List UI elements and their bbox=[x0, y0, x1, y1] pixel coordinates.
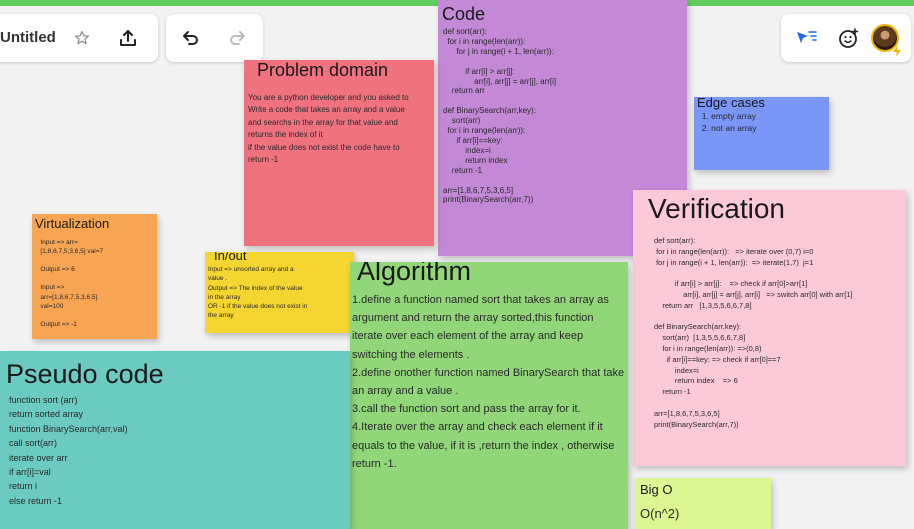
sticky-note-verification[interactable]: Verification def sort(arr): for i in ran… bbox=[633, 190, 906, 466]
note-body: O(n^2) bbox=[640, 506, 680, 521]
redo-icon[interactable] bbox=[226, 26, 250, 50]
note-title: Code bbox=[442, 4, 486, 24]
note-body: You are a python developer and you asked… bbox=[248, 93, 409, 165]
note-title: Algorithm bbox=[357, 262, 472, 286]
history-panel bbox=[166, 14, 263, 62]
note-body: def sort(arr): for i in range(len(arr)):… bbox=[443, 27, 557, 205]
sticky-note-edge-cases[interactable]: Edge cases 1. empty array 2. not an arra… bbox=[694, 97, 829, 170]
note-body: def sort(arr): for i in range(len(arr)):… bbox=[654, 236, 853, 429]
note-title: Pseudo code bbox=[6, 359, 164, 389]
board-title[interactable]: Untitled bbox=[0, 29, 56, 46]
sticky-note-pseudo-code[interactable]: Pseudo code function sort (arr) return s… bbox=[0, 351, 350, 529]
sticky-note-virtualization[interactable]: Virtualization Input => arr= [1,8,6,7,5,… bbox=[32, 214, 157, 339]
note-title: Problem domain bbox=[257, 60, 389, 80]
note-body: Input => arr= [1,8,6,7,5,3,6,5] val=7 Ou… bbox=[40, 239, 104, 328]
note-body: Input => unsorted array and a value . Ou… bbox=[208, 266, 308, 320]
note-title: In/out bbox=[214, 252, 247, 263]
sticky-note-in-out[interactable]: In/out Input => unsorted array and a val… bbox=[205, 252, 354, 333]
star-icon[interactable] bbox=[72, 28, 92, 48]
share-upload-icon[interactable] bbox=[116, 26, 140, 50]
note-body: 1. empty array 2. not an array bbox=[701, 111, 757, 133]
cursor-pointer-icon[interactable] bbox=[793, 26, 819, 50]
note-title: Virtualization bbox=[35, 216, 110, 231]
lightning-badge-icon bbox=[892, 44, 902, 57]
reaction-emoji-icon[interactable] bbox=[837, 26, 861, 50]
undo-icon[interactable] bbox=[178, 26, 202, 50]
note-title: Big O bbox=[640, 482, 673, 497]
sticky-note-problem-domain[interactable]: Problem domain You are a python develope… bbox=[244, 60, 434, 246]
sticky-note-algorithm[interactable]: Algorithm 1.define a function named sort… bbox=[350, 262, 628, 529]
note-title: Verification bbox=[648, 193, 785, 224]
note-body: 1.define a function named sort that take… bbox=[352, 294, 625, 470]
board-title-panel: Untitled bbox=[0, 14, 158, 62]
note-title: Edge cases bbox=[697, 97, 765, 110]
sticky-note-big-o[interactable]: Big O O(n^2) bbox=[635, 478, 771, 529]
note-body: function sort (arr) return sorted array … bbox=[9, 395, 128, 506]
right-toolbar-panel bbox=[781, 14, 911, 62]
